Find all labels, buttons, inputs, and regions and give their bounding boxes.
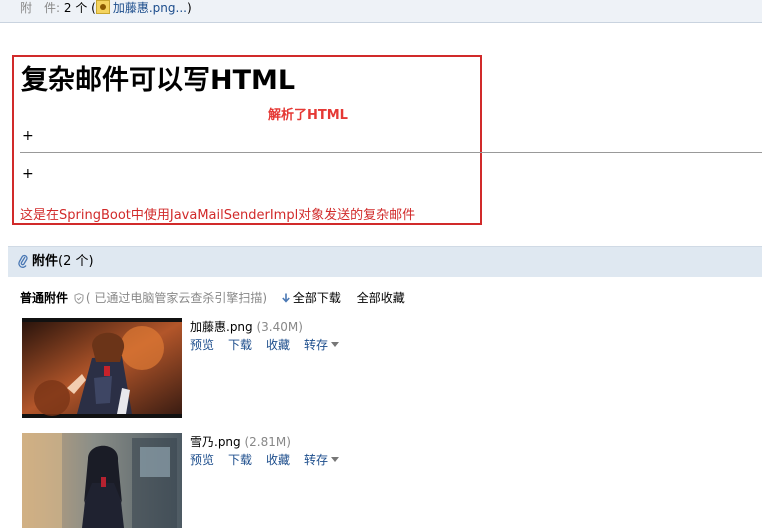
attachment-actions: 预览 下载 收藏 转存 xyxy=(190,336,353,353)
normal-attachments-label: 普通附件 xyxy=(20,291,69,305)
download-arrow-icon xyxy=(282,293,290,303)
attachment-thumbnail[interactable] xyxy=(22,318,182,418)
attachments-count: (2 个) xyxy=(58,254,94,269)
horizontal-rule xyxy=(20,152,762,153)
attachment-file-name: 加藤惠.png (3.40M) xyxy=(190,318,303,335)
plus-text: + xyxy=(22,128,34,144)
download-link[interactable]: 下载 xyxy=(228,453,252,467)
paperclip-icon xyxy=(18,254,28,268)
transfer-dropdown[interactable]: 转存 xyxy=(304,453,340,467)
attachment-file-name: 雪乃.png (2.81M) xyxy=(190,433,291,450)
plus-text: + xyxy=(22,166,34,182)
download-link[interactable]: 下载 xyxy=(228,338,252,352)
preview-link[interactable]: 预览 xyxy=(190,338,214,352)
transfer-dropdown[interactable]: 转存 xyxy=(304,338,340,352)
attachment-summary-count: 2 个 xyxy=(63,1,88,15)
file-size: (2.81M) xyxy=(244,435,291,449)
virus-scan-note: ( 已通过电脑管家云查杀引擎扫描) xyxy=(72,291,267,305)
caret-down-icon xyxy=(331,342,340,347)
attachment-thumbnail[interactable] xyxy=(22,433,182,528)
shield-icon xyxy=(74,293,84,304)
virus-scan-text: ( 已通过电脑管家云查杀引擎扫描) xyxy=(85,291,268,305)
save-all-link[interactable]: 全部收藏 xyxy=(357,291,405,305)
parsed-html-note: 解析了HTML xyxy=(268,108,348,123)
attachment-summary-label: 附 件: xyxy=(20,1,61,15)
transfer-label: 转存 xyxy=(304,453,329,467)
anime-girl-thumbnail-image xyxy=(22,433,182,528)
attachments-header: 附件(2 个) xyxy=(8,246,762,277)
attachment-actions: 预览 下载 收藏 转存 xyxy=(190,451,353,468)
caret-down-icon xyxy=(331,457,340,462)
attachments-toolbar: 普通附件 ( 已通过电脑管家云查杀引擎扫描) 全部下载 全部收藏 xyxy=(20,290,405,306)
save-link[interactable]: 收藏 xyxy=(266,338,290,352)
mail-body-text: 这是在SpringBoot中使用JavaMailSenderImpl对象发送的复… xyxy=(20,208,416,223)
attachment-summary-row: 附 件: 2 个 (加藤惠.png...) xyxy=(20,0,192,16)
preview-link[interactable]: 预览 xyxy=(190,453,214,467)
attachment-summary-bar: 附 件: 2 个 (加藤惠.png...) xyxy=(0,0,762,23)
image-file-icon xyxy=(95,0,110,14)
attachment-summary-link[interactable]: 加藤惠.png... xyxy=(113,1,187,15)
anime-girl-thumbnail-image xyxy=(22,318,182,418)
download-all-link[interactable]: 全部下载 xyxy=(293,291,341,305)
file-name-text[interactable]: 雪乃.png xyxy=(190,435,241,449)
save-link[interactable]: 收藏 xyxy=(266,453,290,467)
attachments-title: 附件 xyxy=(32,254,59,269)
close-paren: ) xyxy=(186,1,192,15)
file-name-text[interactable]: 加藤惠.png xyxy=(190,320,253,334)
transfer-label: 转存 xyxy=(304,338,329,352)
mail-heading: 复杂邮件可以写HTML xyxy=(21,65,296,96)
file-size: (3.40M) xyxy=(256,320,303,334)
